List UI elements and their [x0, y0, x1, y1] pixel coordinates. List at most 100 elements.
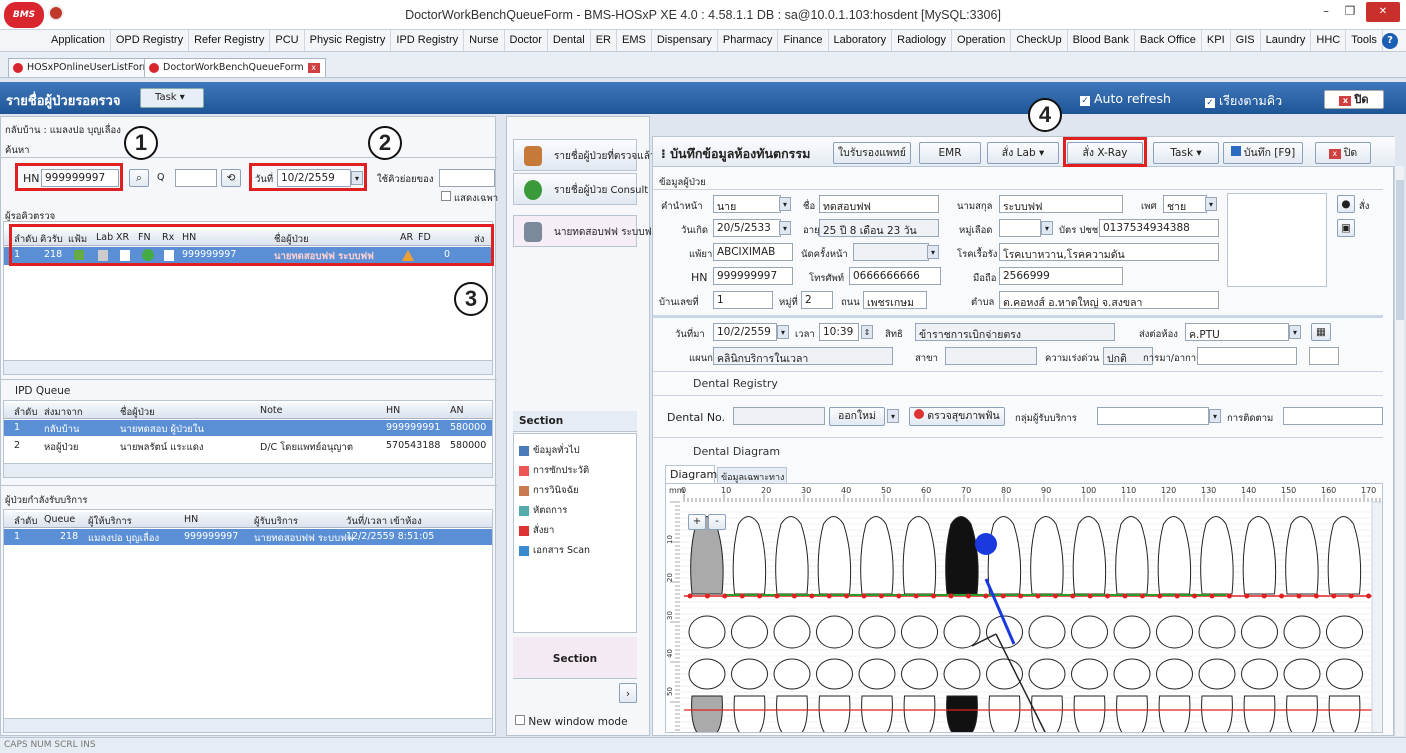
side-item-patient[interactable]: นายทดสอบฟฟ ระบบฟฟ: [513, 215, 659, 247]
sex-select[interactable]: ชาย: [1163, 195, 1207, 213]
certificate-button[interactable]: ใบรับรองแพทย์: [833, 142, 911, 164]
last-name-field[interactable]: ระบบฟฟ: [999, 195, 1123, 213]
table-row[interactable]: 2 หอผู้ป่วย นายพลรัตน์ แระแดง D/C โดยแพทย์อ…: [4, 438, 492, 454]
show-only-checkbox[interactable]: แสดงเฉพา: [441, 191, 498, 206]
dropdown-icon[interactable]: ▾: [779, 197, 791, 211]
follow-field[interactable]: [1283, 407, 1383, 425]
menu-item-ipd-registry[interactable]: IPD Registry: [391, 30, 465, 51]
tab-specialty[interactable]: ข้อมูลเฉพาะทาง: [717, 467, 787, 483]
moo-field[interactable]: 2: [801, 291, 833, 309]
visit-date-field[interactable]: 10/2/2559: [713, 323, 777, 341]
dental-diagram[interactable]: mm 0 10 20 30 40 50 60 70 80 90 100 110 120 130 140 150 1…: [665, 483, 1383, 733]
main-scrollbar[interactable]: [1394, 166, 1404, 736]
menu-item-pcu[interactable]: PCU: [270, 30, 305, 51]
first-name-field[interactable]: ทดสอบฟฟ: [819, 195, 939, 213]
minimize-icon[interactable]: –: [1314, 4, 1338, 24]
time-spin-icon[interactable]: ⇕: [861, 325, 873, 339]
road-field[interactable]: เพชรเกษม: [863, 291, 927, 309]
menu-item-operation[interactable]: Operation: [952, 30, 1012, 51]
window-close-button[interactable]: ✕: [1366, 2, 1400, 22]
menu-item-laundry[interactable]: Laundry: [1261, 30, 1312, 51]
group-select[interactable]: [1097, 407, 1209, 425]
photo-icon[interactable]: ▣: [1337, 219, 1355, 237]
help-icon[interactable]: ?: [1382, 33, 1398, 49]
auto-refresh-checkbox[interactable]: ✓ Auto refresh: [1080, 91, 1171, 106]
menu-item-er[interactable]: ER: [591, 30, 617, 51]
menu-item-nurse[interactable]: Nurse: [464, 30, 505, 51]
dropdown-icon[interactable]: ▾: [779, 221, 791, 235]
dob-field[interactable]: 20/5/2533: [713, 219, 781, 237]
expand-icon[interactable]: ›: [619, 683, 637, 703]
cc-field[interactable]: [1197, 347, 1297, 365]
menu-item-refer-registry[interactable]: Refer Registry: [189, 30, 271, 51]
mobile-field[interactable]: 2566999: [999, 267, 1123, 285]
chronic-field[interactable]: โรคเบาหวาน,โรคความดัน: [999, 243, 1219, 261]
table-row[interactable]: 1 218 แมลงปอ บุญเลื่อง 999999997 นายทดสอบฟฟ …: [4, 529, 492, 545]
date-input[interactable]: 10/2/2559: [277, 169, 351, 187]
in-service-navigator[interactable]: [4, 718, 492, 732]
menu-item-blood-bank[interactable]: Blood Bank: [1068, 30, 1135, 51]
menu-item-dental[interactable]: Dental: [548, 30, 591, 51]
dropdown-icon[interactable]: ▾: [927, 245, 939, 259]
section-scan[interactable]: เอกสาร Scan: [519, 543, 590, 558]
menu-item-checkup[interactable]: CheckUp: [1011, 30, 1068, 51]
dropdown-icon[interactable]: ▾: [1041, 221, 1053, 235]
menu-item-kpi[interactable]: KPI: [1202, 30, 1231, 51]
prefix-select[interactable]: นาย: [713, 195, 781, 213]
cc-extra-field[interactable]: [1309, 347, 1339, 365]
menu-item-doctor[interactable]: Doctor: [505, 30, 548, 51]
section-prescribe[interactable]: สั่งยา: [519, 523, 554, 538]
table-row[interactable]: 1 กลับบ้าน นายทดสอบ ผู้ป่วยใน 999999991 5800…: [4, 420, 492, 436]
tambon-field[interactable]: ต.คอหงส์ อ.หาดใหญ่ จ.สงขลา: [999, 291, 1219, 309]
refresh-icon[interactable]: ⟲: [221, 169, 241, 187]
section-procedure[interactable]: หัตถการ: [519, 503, 567, 518]
time-field[interactable]: 10:39: [819, 323, 859, 341]
tooth-chart[interactable]: mm0 10 20 30 40 50 60 70 80 90 100 110 120 130 140 150 1…: [666, 484, 1383, 733]
side-item-examined[interactable]: รายชื่อผู้ป่วยที่ตรวจแล้ว: [513, 139, 655, 171]
section-diagnosis[interactable]: การวินิจฉัย: [519, 483, 579, 498]
task-menu-button[interactable]: Task ▾: [1153, 142, 1219, 164]
new-window-checkbox[interactable]: New window mode: [515, 715, 628, 728]
dropdown-icon[interactable]: ▾: [1205, 197, 1217, 211]
close-tab-icon[interactable]: x: [307, 63, 320, 73]
queue-order-checkbox[interactable]: ✓ เรียงตามคิว: [1205, 91, 1282, 111]
menu-item-hhc[interactable]: HHC: [1311, 30, 1347, 51]
lab-order-button[interactable]: สั่ง Lab ▾: [987, 142, 1059, 164]
blood-select[interactable]: [999, 219, 1041, 237]
menu-item-ems[interactable]: EMS: [617, 30, 652, 51]
tab-workbench[interactable]: DoctorWorkBenchQueueForm x: [144, 58, 326, 77]
allergy-field[interactable]: ABCIXIMAB: [713, 243, 793, 261]
dropdown-icon[interactable]: ▾: [777, 325, 789, 339]
hn-field[interactable]: 999999997: [713, 267, 793, 285]
hn-input[interactable]: 999999997: [41, 169, 119, 187]
menu-item-application[interactable]: Application: [46, 30, 111, 51]
menu-item-laboratory[interactable]: Laboratory: [829, 30, 893, 51]
task-button[interactable]: Task ▾: [140, 88, 204, 108]
appoint-field[interactable]: [853, 243, 929, 261]
menu-item-tools[interactable]: Tools: [1346, 30, 1383, 51]
dental-close-button[interactable]: x ปิด: [1315, 142, 1371, 164]
camera-icon[interactable]: ●: [1337, 195, 1355, 213]
zoom-in-button[interactable]: +: [688, 514, 706, 530]
search-icon[interactable]: ⌕: [129, 169, 149, 187]
tab-online-users[interactable]: HOSxPOnlineUserListForm: [8, 58, 158, 77]
tab-diagram[interactable]: Diagram: [665, 465, 717, 483]
save-button[interactable]: บันทึก [F9]: [1223, 142, 1303, 164]
menu-item-radiology[interactable]: Radiology: [892, 30, 953, 51]
sendto-select[interactable]: ค.PTU: [1185, 323, 1289, 341]
zoom-out-button[interactable]: -: [708, 514, 726, 530]
queue-input[interactable]: [439, 169, 495, 187]
menu-item-back-office[interactable]: Back Office: [1135, 30, 1202, 51]
dropdown-icon[interactable]: ▾: [887, 409, 899, 423]
menu-item-gis[interactable]: GIS: [1231, 30, 1261, 51]
cid-field[interactable]: 0137534934388: [1099, 219, 1219, 237]
waiting-navigator[interactable]: [4, 360, 492, 374]
menu-item-opd-registry[interactable]: OPD Registry: [111, 30, 190, 51]
section-general[interactable]: ข้อมูลทั่วไป: [519, 443, 580, 458]
calendar-icon[interactable]: ▦: [1311, 323, 1331, 341]
house-field[interactable]: 1: [713, 291, 773, 309]
menu-item-dispensary[interactable]: Dispensary: [652, 30, 718, 51]
restore-icon[interactable]: ❐: [1338, 4, 1362, 24]
menu-item-physic-registry[interactable]: Physic Registry: [305, 30, 392, 51]
phone-field[interactable]: 0666666666: [849, 267, 941, 285]
